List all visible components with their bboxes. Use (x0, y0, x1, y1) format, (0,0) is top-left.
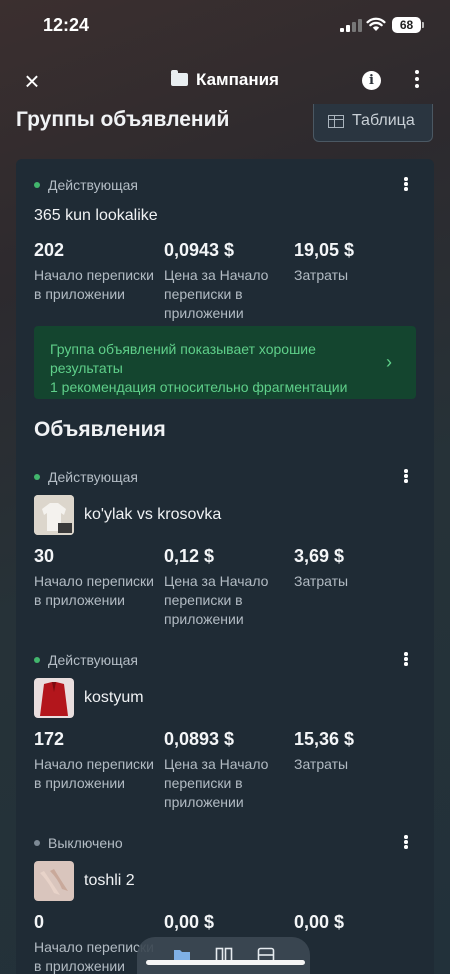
header-title-text: Кампания (196, 70, 279, 89)
status-bar: 12:24 68 (0, 0, 450, 52)
ad-thumbnail[interactable] (34, 678, 74, 718)
ads-title: Объявления (34, 418, 166, 441)
ad-name[interactable]: ko'ylak vs krosovka (84, 506, 221, 524)
metric-spend: 3,69 $ Затраты (294, 546, 419, 591)
status-text: Действующая (48, 177, 139, 193)
metric-results: 172 Начало переписки в приложении (34, 729, 159, 793)
metric-value: 172 (34, 729, 65, 749)
metric-value: 30 (34, 546, 55, 566)
metric-spend: 19,05 $ Затраты (294, 240, 419, 285)
metric-label: Цена за Начало переписки в приложении (164, 573, 269, 627)
status-text: Действующая (48, 469, 139, 485)
header-title: Кампания (0, 70, 450, 90)
metric-label: Затраты (294, 267, 349, 283)
metric-label: Начало переписки в приложении (34, 573, 154, 608)
metric-value: 0,00 $ (164, 912, 215, 932)
more-vertical-icon (415, 70, 419, 88)
metric-value: 202 (34, 240, 65, 260)
table-view-label: Таблица (352, 112, 415, 129)
ad-more-button[interactable] (402, 652, 410, 670)
ad-group-more-button[interactable] (402, 177, 410, 195)
ad-group-card[interactable]: Действующая 365 kun lookalike 202 Начало… (16, 159, 434, 974)
folder-icon (171, 70, 188, 86)
more-vertical-icon (404, 835, 408, 849)
status-time: 12:24 (43, 15, 90, 35)
chevron-right-icon: › (386, 352, 392, 372)
metric-label: Затраты (294, 756, 349, 772)
recommendation-banner[interactable]: Группа объявлений показывает хорошие рез… (34, 326, 416, 399)
status-dot (34, 182, 40, 188)
status-dot (34, 657, 40, 663)
ad-name[interactable]: toshli 2 (84, 872, 135, 890)
recommendation-text: Группа объявлений показывает хорошие рез… (50, 340, 370, 397)
header-more-button[interactable] (409, 70, 425, 92)
shoes-image (34, 861, 74, 901)
metric-label: Цена за Начало переписки в приложении (164, 267, 269, 321)
metric-results: 202 Начало переписки в приложении (34, 240, 159, 304)
metric-value: 0,0893 $ (164, 729, 235, 749)
ad-more-button[interactable] (402, 835, 410, 853)
metric-cost-per-result: 0,0943 $ Цена за Начало переписки в прил… (164, 240, 289, 323)
metric-cost-per-result: 0,0893 $ Цена за Начало переписки в прил… (164, 729, 289, 812)
status-dot (34, 474, 40, 480)
wifi-icon (366, 17, 386, 31)
status-text: Выключено (48, 835, 123, 851)
battery-indicator: 68 (392, 17, 424, 33)
metric-value: 15,36 $ (294, 729, 355, 749)
shirt-image (34, 495, 74, 535)
metric-spend: 15,36 $ Затраты (294, 729, 419, 774)
ad-thumbnail[interactable] (34, 495, 74, 535)
recommendation-line1: Группа объявлений показывает хорошие рез… (50, 341, 316, 376)
status-text: Действующая (48, 652, 139, 668)
more-vertical-icon (404, 469, 408, 483)
suit-image (34, 678, 74, 718)
metric-cost-per-result: 0,12 $ Цена за Начало переписки в прилож… (164, 546, 289, 629)
table-icon (328, 115, 344, 128)
status-dot (34, 840, 40, 846)
signal-icon (340, 19, 362, 32)
ad-thumbnail[interactable] (34, 861, 74, 901)
section-title: Группы объявлений (16, 108, 230, 131)
metric-value: 3,69 $ (294, 546, 345, 566)
app-header: × Кампания i (0, 58, 450, 104)
ad-more-button[interactable] (402, 469, 410, 487)
ad-group-name[interactable]: 365 kun lookalike (34, 207, 158, 225)
metric-results: 30 Начало переписки в приложении (34, 546, 159, 610)
metric-value: 0,12 $ (164, 546, 215, 566)
recommendation-line2: 1 рекомендация относительно фрагментации (50, 379, 348, 395)
metric-label: Начало переписки в приложении (34, 267, 154, 302)
more-vertical-icon (404, 652, 408, 666)
more-vertical-icon (404, 177, 408, 191)
ad-status: Действующая (34, 469, 138, 487)
ad-group-status: Действующая (34, 177, 138, 195)
metric-value: 0,0943 $ (164, 240, 235, 260)
metric-spend: 0,00 $ (294, 912, 344, 938)
home-indicator[interactable] (146, 960, 305, 965)
metric-value: 0 (34, 912, 45, 932)
info-button[interactable]: i (362, 71, 381, 90)
metric-label: Цена за Начало переписки в приложении (164, 756, 269, 810)
main-content[interactable]: Группы объявлений Таблица Действующая 36… (0, 104, 450, 974)
metric-value: 0,00 $ (294, 912, 345, 932)
ad-status: Действующая (34, 652, 138, 670)
metric-cost-per-result: 0,00 $ (164, 912, 214, 938)
ad-status: Выключено (34, 835, 123, 853)
metric-value: 19,05 $ (294, 240, 355, 260)
ad-name[interactable]: kostyum (84, 689, 144, 707)
info-icon: i (369, 73, 374, 88)
table-view-button[interactable]: Таблица (313, 104, 433, 142)
metric-label: Начало переписки в приложении (34, 756, 154, 791)
bottom-tab-bar (137, 937, 310, 974)
metric-label: Затраты (294, 573, 349, 589)
